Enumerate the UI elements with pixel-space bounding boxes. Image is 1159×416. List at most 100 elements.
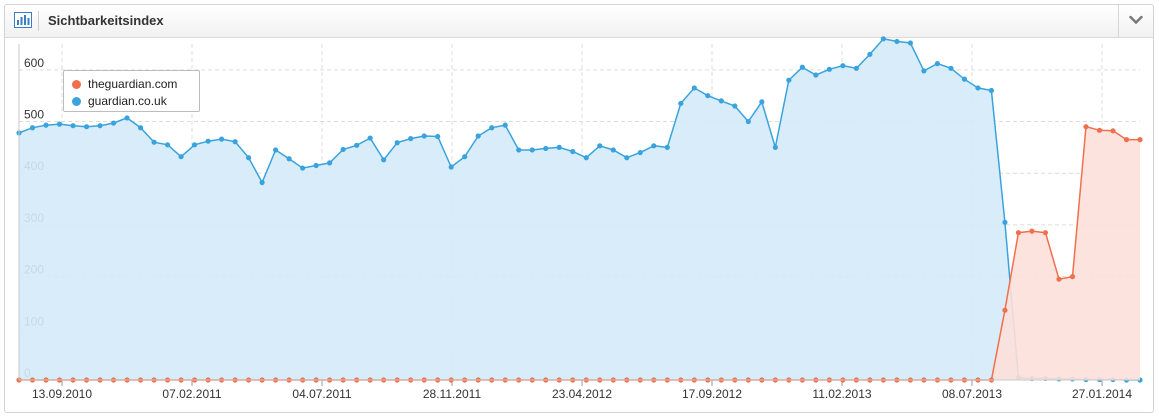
data-point — [529, 147, 535, 153]
data-point — [273, 147, 279, 153]
data-point — [1110, 128, 1116, 134]
data-point — [327, 160, 333, 166]
data-point — [894, 38, 900, 45]
data-point — [772, 144, 778, 150]
data-point — [1123, 137, 1130, 143]
data-point — [516, 147, 522, 153]
data-point — [502, 122, 508, 128]
data-point — [988, 87, 995, 94]
data-point — [961, 76, 968, 82]
chart-legend: theguardian.com guardian.co.uk — [63, 70, 200, 112]
data-point — [705, 93, 711, 99]
data-point — [867, 51, 873, 57]
legend-item-guardian-co-uk[interactable]: guardian.co.uk — [72, 93, 167, 109]
x-tick-label: 17.09.2012 — [682, 387, 742, 401]
y-tick-label: 600 — [24, 56, 44, 70]
data-point — [340, 146, 346, 153]
x-tick-label: 28.11.2011 — [423, 387, 482, 401]
data-point — [83, 124, 90, 130]
data-point — [29, 125, 36, 131]
x-tick-label: 27.01.2014 — [1072, 387, 1132, 401]
data-point — [1002, 307, 1008, 313]
data-point — [394, 140, 400, 146]
data-point — [1083, 124, 1089, 130]
legend-dot-orange — [72, 80, 81, 89]
x-tick-label: 04.07.2011 — [292, 387, 351, 401]
legend-item-theguardian[interactable]: theguardian.com — [72, 76, 177, 92]
data-point — [435, 133, 441, 140]
data-point — [232, 139, 238, 145]
data-point — [651, 143, 657, 149]
data-point — [624, 155, 630, 161]
data-point — [853, 65, 859, 71]
data-point — [110, 120, 117, 126]
data-point — [421, 133, 427, 139]
data-point — [1056, 276, 1062, 282]
data-point — [70, 123, 76, 129]
x-tick-label: 08.07.2013 — [942, 387, 1002, 401]
data-point — [975, 85, 981, 91]
data-point — [137, 125, 144, 131]
data-point — [1029, 228, 1035, 234]
data-point — [462, 154, 468, 160]
data-point — [1069, 274, 1076, 280]
data-point — [543, 145, 549, 152]
data-point — [367, 135, 373, 141]
data-point — [570, 148, 576, 155]
data-point — [678, 100, 684, 107]
x-tick-label: 13.09.2010 — [32, 387, 92, 401]
y-tick-label: 500 — [24, 108, 44, 122]
data-point — [813, 72, 819, 78]
data-point — [799, 64, 805, 70]
legend-label: guardian.co.uk — [88, 94, 167, 108]
data-point — [205, 138, 211, 144]
data-point — [826, 66, 832, 72]
data-point — [610, 147, 616, 153]
data-point — [259, 179, 265, 186]
data-point — [597, 143, 603, 149]
data-point — [246, 155, 252, 161]
data-point — [448, 164, 454, 170]
data-point — [691, 85, 697, 91]
data-point — [475, 133, 481, 139]
data-point — [718, 98, 724, 104]
data-point — [218, 136, 225, 142]
data-point — [408, 135, 414, 142]
data-point — [880, 36, 886, 42]
data-point — [354, 142, 360, 148]
data-point — [164, 142, 171, 148]
visibility-chart: 010020030040050060013.09.201007.02.20110… — [16, 36, 1143, 401]
data-point — [556, 144, 562, 150]
data-point — [300, 165, 306, 171]
data-point — [124, 115, 130, 121]
data-point — [313, 162, 319, 169]
data-point — [381, 157, 387, 163]
data-point — [1042, 230, 1049, 236]
x-tick-label: 11.02.2013 — [812, 387, 871, 401]
data-point — [1137, 137, 1143, 143]
data-point — [583, 155, 589, 161]
data-point — [934, 61, 941, 67]
data-point — [151, 139, 157, 145]
data-point — [732, 103, 738, 109]
data-point — [921, 68, 927, 74]
data-point — [1002, 219, 1008, 225]
data-point — [759, 99, 765, 105]
legend-label: theguardian.com — [88, 77, 178, 91]
data-point — [489, 125, 495, 131]
data-point — [178, 154, 184, 160]
data-point — [286, 156, 292, 162]
x-tick-label: 07.02.2011 — [162, 387, 221, 401]
data-point — [907, 40, 913, 46]
data-point — [637, 149, 643, 156]
data-point — [840, 63, 846, 69]
data-point — [1015, 230, 1022, 236]
data-point — [56, 121, 63, 127]
data-point — [97, 123, 103, 129]
data-point — [786, 77, 792, 83]
data-point — [1096, 127, 1103, 133]
data-point — [43, 122, 49, 128]
data-point — [191, 142, 198, 148]
data-point — [948, 65, 954, 71]
x-tick-label: 23.04.2012 — [552, 387, 612, 401]
